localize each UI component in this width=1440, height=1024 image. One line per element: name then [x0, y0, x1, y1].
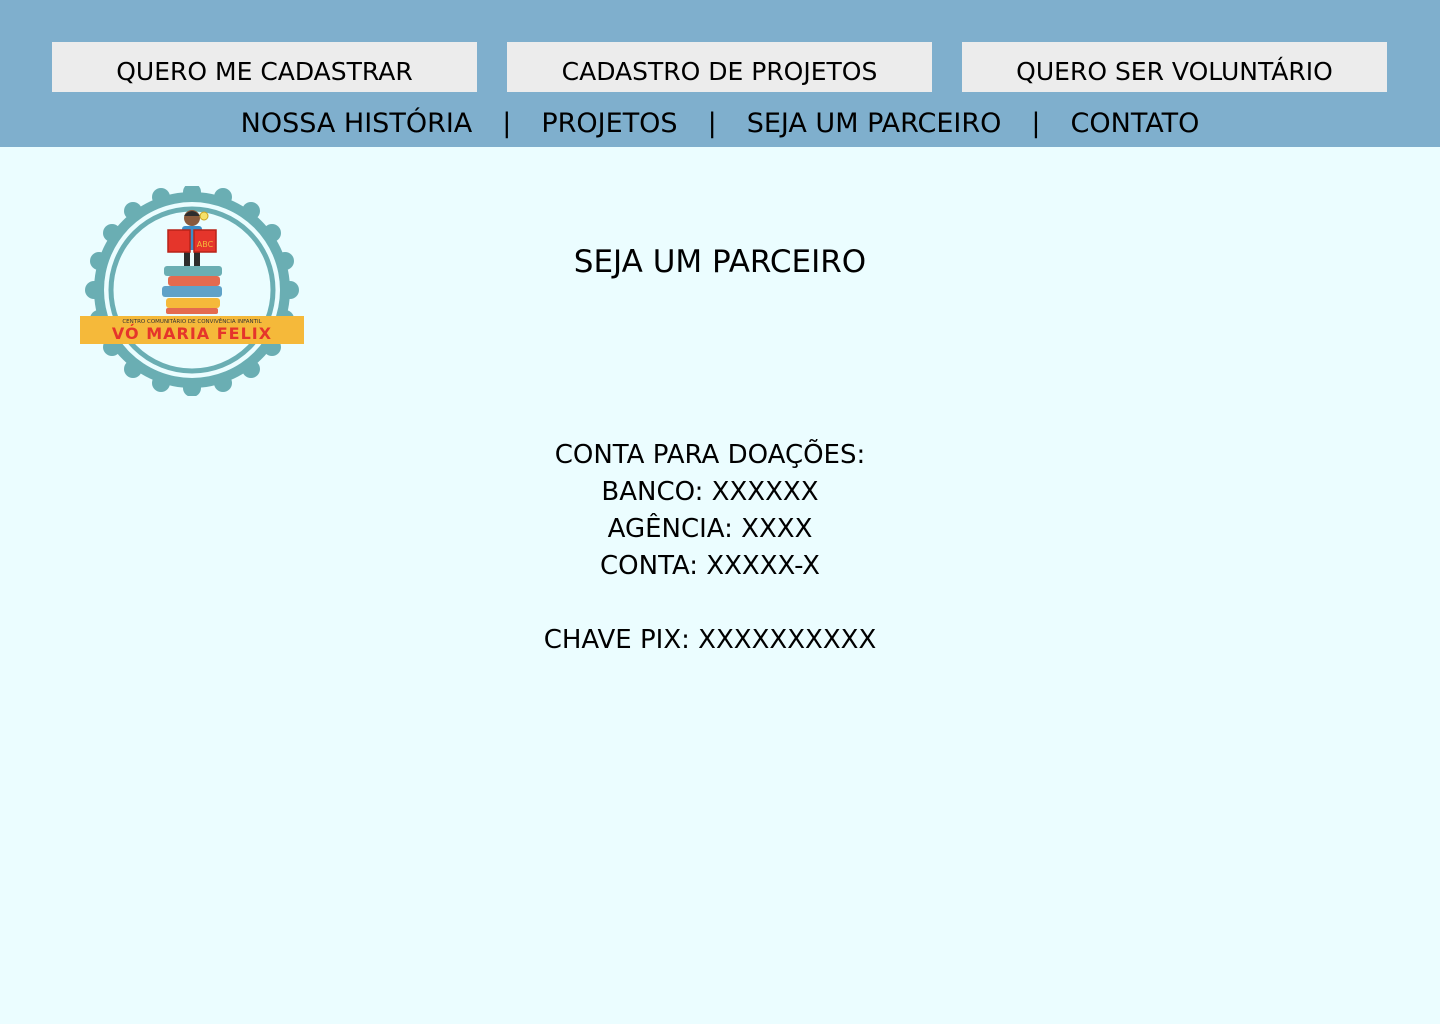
logo-badge-icon: ABC CENTRO COMUNITÁRIO DE CONVIVÊNCIA IN… [80, 183, 304, 397]
logo[interactable]: ABC CENTRO COMUNITÁRIO DE CONVIVÊNCIA IN… [80, 183, 304, 397]
agency-info: AGÊNCIA: XXXX [607, 514, 813, 544]
nav-separator: | [502, 107, 512, 139]
account-info: CONTA: XXXXX-X [600, 551, 820, 581]
logo-name: VÓ MARIA FELIX [112, 324, 272, 343]
main-nav: NOSSA HISTÓRIA | PROJETOS | SEJA UM PARC… [0, 100, 1440, 146]
donation-info: CONTA PARA DOAÇÕES: BANCO: XXXXXX AGÊNCI… [410, 437, 1010, 659]
nav-link-projects[interactable]: PROJETOS [541, 108, 677, 139]
nav-separator: | [1031, 107, 1041, 139]
book-text: ABC [197, 240, 214, 249]
pix-key: CHAVE PIX: XXXXXXXXXX [543, 625, 877, 655]
volunteer-button[interactable]: QUERO SER VOLUNTÁRIO [962, 42, 1387, 92]
books-stack [162, 266, 222, 314]
nav-link-our-history[interactable]: NOSSA HISTÓRIA [241, 108, 473, 139]
page-title: SEJA UM PARCEIRO [573, 244, 867, 280]
header-bar: QUERO ME CADASTRAR CADASTRO DE PROJETOS … [0, 0, 1440, 147]
project-registration-button[interactable]: CADASTRO DE PROJETOS [507, 42, 932, 92]
donation-heading: CONTA PARA DOAÇÕES: [554, 440, 866, 470]
nav-separator: | [707, 107, 717, 139]
bank-info: BANCO: XXXXXX [601, 477, 819, 507]
nav-link-partner[interactable]: SEJA UM PARCEIRO [747, 108, 1002, 139]
register-button[interactable]: QUERO ME CADASTRAR [52, 42, 477, 92]
nav-link-contact[interactable]: CONTATO [1071, 108, 1200, 139]
